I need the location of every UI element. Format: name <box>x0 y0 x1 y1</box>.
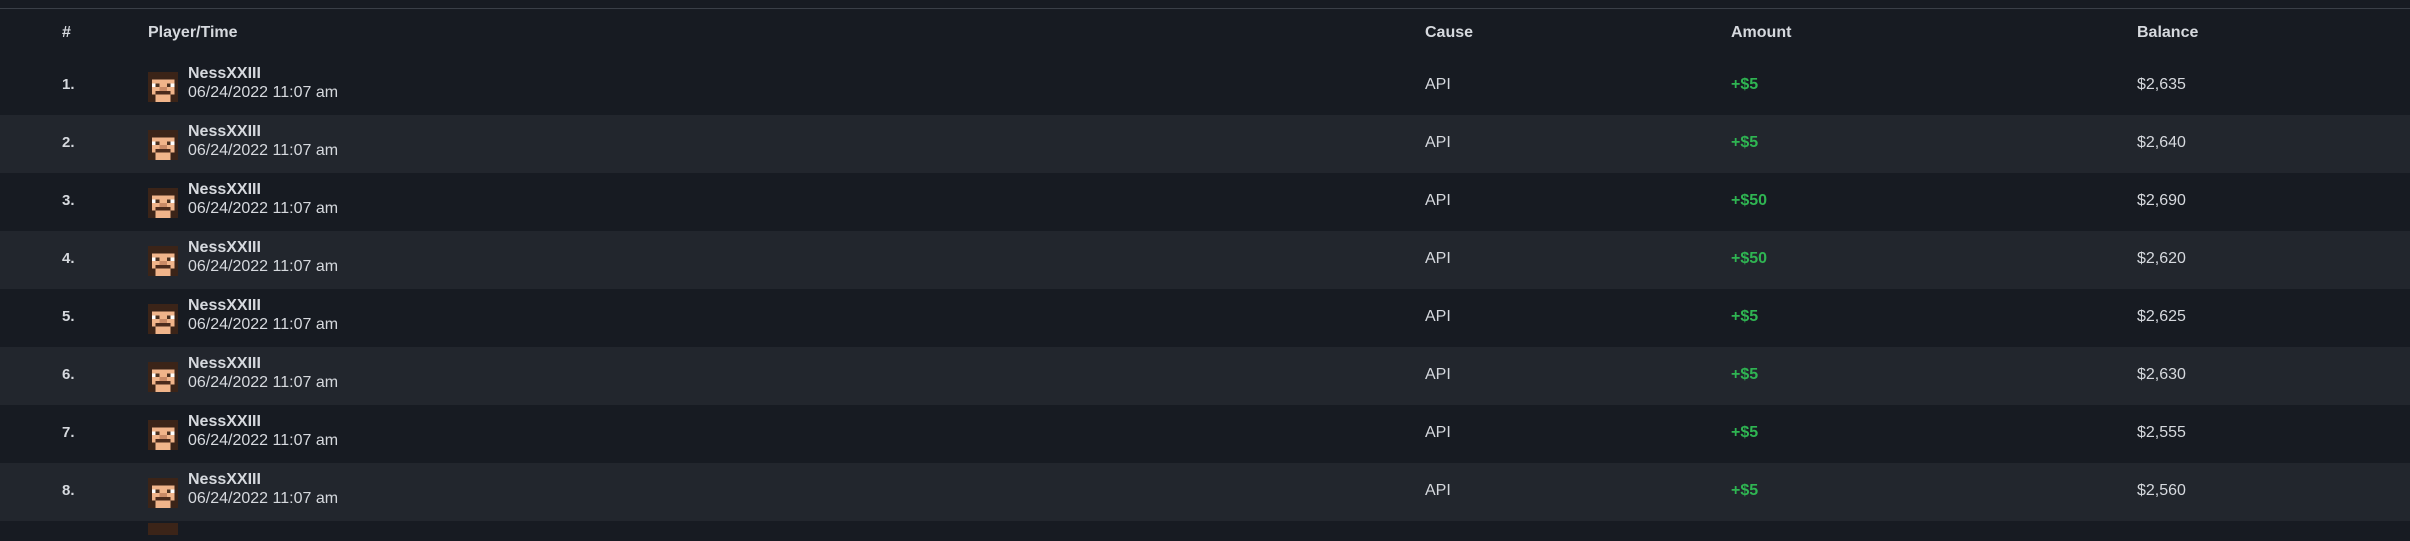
balance-cell: $2,560 <box>2137 482 2186 499</box>
player-name[interactable]: NessXXIII <box>188 122 338 141</box>
balance-cell: $2,640 <box>2137 134 2186 151</box>
balance-cell: $2,635 <box>2137 76 2186 93</box>
cause-cell: API <box>1425 76 1451 93</box>
player-skin-icon <box>148 362 178 392</box>
cause-cell: API <box>1425 424 1451 441</box>
row-number: 6. <box>62 366 75 383</box>
player-name[interactable]: NessXXIII <box>188 470 338 489</box>
player-skin-icon <box>148 304 178 334</box>
player-skin-icon <box>148 72 178 102</box>
player-name[interactable]: NessXXIII <box>188 180 338 199</box>
transaction-time: 06/24/2022 11:07 am <box>188 432 339 449</box>
row-number: 8. <box>62 482 75 499</box>
cause-cell: API <box>1425 134 1451 151</box>
transaction-time: 06/24/2022 11:07 am <box>188 258 339 275</box>
player-name[interactable]: NessXXIII <box>188 412 338 431</box>
balance-cell: $2,630 <box>2137 366 2186 383</box>
row-number: 3. <box>62 192 75 209</box>
balance-cell: $2,690 <box>2137 192 2186 209</box>
header-balance[interactable]: Balance <box>2137 24 2198 42</box>
amount-cell: +$5 <box>1731 76 1759 93</box>
player-name[interactable]: NessXXIII <box>188 354 338 373</box>
transaction-time: 06/24/2022 11:07 am <box>188 374 339 391</box>
balance-cell: $2,555 <box>2137 424 2186 441</box>
transaction-time: 06/24/2022 11:07 am <box>188 316 339 333</box>
player-cell: NessXXIII 06/24/2022 11:07 am <box>188 238 338 276</box>
header-number: # <box>62 24 71 41</box>
player-skin-icon <box>148 188 178 218</box>
table-row[interactable]: 5. NessXXIII 06/24/2022 11:07 am API +$5… <box>0 289 2410 347</box>
amount-cell: +$50 <box>1731 192 1768 209</box>
table-row-partial <box>0 521 2410 541</box>
player-skin-icon <box>148 246 178 276</box>
table-row[interactable]: 8. NessXXIII 06/24/2022 11:07 am API +$5… <box>0 463 2410 521</box>
table-row[interactable]: 4. NessXXIII 06/24/2022 11:07 am API +$5… <box>0 231 2410 289</box>
table-row[interactable]: 1. NessXXIII 06/24/2022 11:07 am API +$5… <box>0 57 2410 115</box>
player-cell: NessXXIII 06/24/2022 11:07 am <box>188 296 338 334</box>
table-body: 1. NessXXIII 06/24/2022 11:07 am API +$5… <box>0 57 2410 521</box>
cause-cell: API <box>1425 250 1451 267</box>
row-number: 1. <box>62 76 75 93</box>
player-cell: NessXXIII 06/24/2022 11:07 am <box>188 64 338 102</box>
transaction-time: 06/24/2022 11:07 am <box>188 142 339 159</box>
row-number: 2. <box>62 134 75 151</box>
player-name[interactable]: NessXXIII <box>188 64 338 83</box>
player-skin-icon <box>148 523 178 535</box>
transaction-time: 06/24/2022 11:07 am <box>188 200 339 217</box>
transactions-table: # Player/Time Cause Amount Balance 1. Ne… <box>0 9 2410 541</box>
amount-cell: +$5 <box>1731 308 1759 325</box>
transaction-time: 06/24/2022 11:07 am <box>188 490 339 507</box>
table-row[interactable]: 7. NessXXIII 06/24/2022 11:07 am API +$5… <box>0 405 2410 463</box>
player-cell: NessXXIII 06/24/2022 11:07 am <box>188 412 338 450</box>
balance-cell: $2,625 <box>2137 308 2186 325</box>
table-header: # Player/Time Cause Amount Balance <box>0 9 2410 57</box>
row-number: 4. <box>62 250 75 267</box>
amount-cell: +$5 <box>1731 134 1759 151</box>
table-row[interactable]: 2. NessXXIII 06/24/2022 11:07 am API +$5… <box>0 115 2410 173</box>
balance-cell: $2,620 <box>2137 250 2186 267</box>
row-number: 5. <box>62 308 75 325</box>
amount-cell: +$50 <box>1731 250 1768 267</box>
row-number: 7. <box>62 424 75 441</box>
player-skin-icon <box>148 478 178 508</box>
table-row[interactable]: 6. NessXXIII 06/24/2022 11:07 am API +$5… <box>0 347 2410 405</box>
cause-cell: API <box>1425 366 1451 383</box>
player-skin-icon <box>148 130 178 160</box>
cause-cell: API <box>1425 308 1451 325</box>
player-name[interactable]: NessXXIII <box>188 238 338 257</box>
player-cell: NessXXIII 06/24/2022 11:07 am <box>188 180 338 218</box>
player-name[interactable]: NessXXIII <box>188 296 338 315</box>
player-cell: NessXXIII 06/24/2022 11:07 am <box>188 354 338 392</box>
amount-cell: +$5 <box>1731 482 1759 499</box>
amount-cell: +$5 <box>1731 366 1759 383</box>
transaction-time: 06/24/2022 11:07 am <box>188 84 339 101</box>
header-player-time[interactable]: Player/Time <box>148 24 238 42</box>
table-row[interactable]: 3. NessXXIII 06/24/2022 11:07 am API +$5… <box>0 173 2410 231</box>
cause-cell: API <box>1425 192 1451 209</box>
player-cell: NessXXIII 06/24/2022 11:07 am <box>188 470 338 508</box>
player-skin-icon <box>148 420 178 450</box>
amount-cell: +$5 <box>1731 424 1759 441</box>
header-amount[interactable]: Amount <box>1731 24 1791 42</box>
player-cell: NessXXIII 06/24/2022 11:07 am <box>188 122 338 160</box>
cause-cell: API <box>1425 482 1451 499</box>
header-cause[interactable]: Cause <box>1425 24 1473 42</box>
